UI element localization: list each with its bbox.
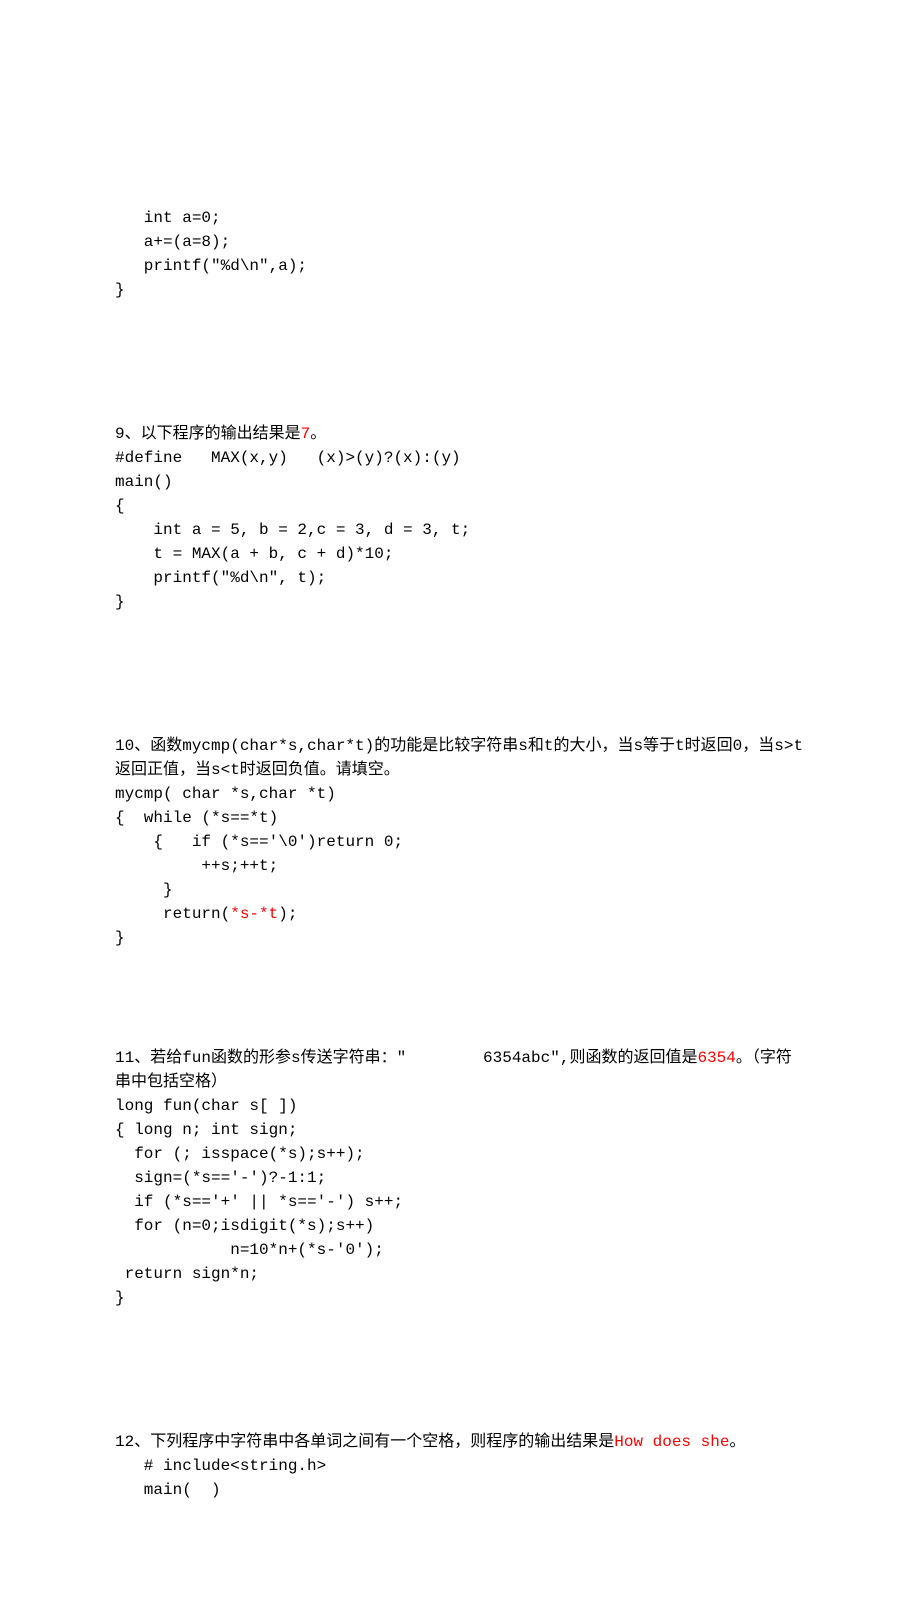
spacer xyxy=(115,326,805,422)
spacer xyxy=(115,638,805,734)
q9-code: #define MAX(x,y) (x)>(y)?(x):(y) main() … xyxy=(115,446,805,614)
q8-code: int a=0; a+=(a=8); printf(″%d\n″,a); } xyxy=(115,206,805,302)
q12-intro-post: 。 xyxy=(729,1433,745,1451)
q10-code-pre: mycmp( char *s,char *t) { while (*s==*t)… xyxy=(115,785,403,923)
q11-answer: 6354 xyxy=(697,1049,735,1067)
q9-intro-post: 。 xyxy=(310,425,326,443)
spacer xyxy=(115,1334,805,1430)
q9-intro-pre: 9、以下程序的输出结果是 xyxy=(115,425,301,443)
q12-code: # include<string.h> main( ) xyxy=(115,1454,805,1502)
q11-intro-pre: 11、若给fun函数的形参s传送字符串：″ 6354abc″,则函数的返回值是 xyxy=(115,1049,697,1067)
q10-answer: *s-*t xyxy=(230,905,278,923)
q12-intro-pre: 12、下列程序中字符串中各单词之间有一个空格，则程序的输出结果是 xyxy=(115,1433,614,1451)
spacer xyxy=(115,950,805,1046)
q9-answer: 7 xyxy=(301,425,311,443)
q10-intro: 10、函数mycmp(char*s,char*t)的功能是比较字符串s和t的大小… xyxy=(115,737,803,779)
q11-code: long fun(char s[ ]) { long n; int sign; … xyxy=(115,1094,805,1310)
q12-answer: How does she xyxy=(614,1433,729,1451)
